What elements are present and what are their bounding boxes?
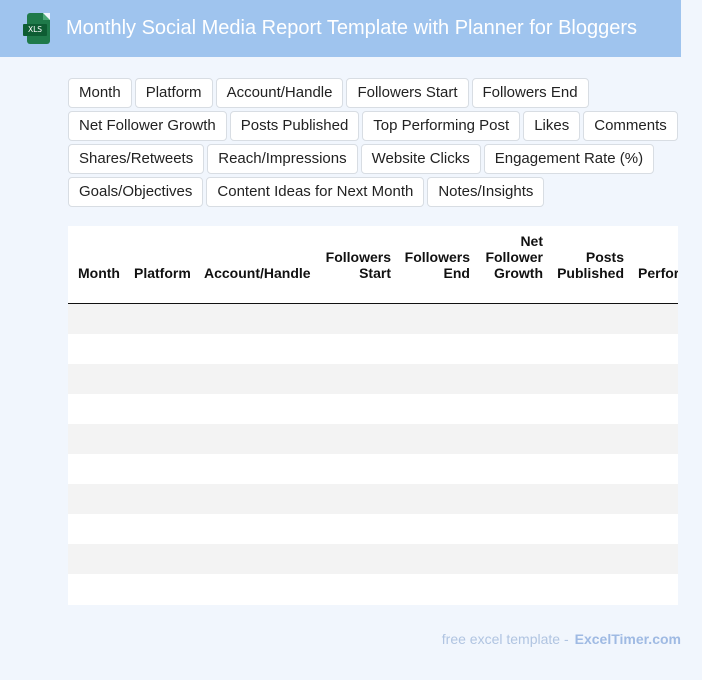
column-header-line: Start — [359, 265, 391, 281]
column-header-line: Followers — [325, 249, 391, 265]
footer-brand-link[interactable]: ExcelTimer.com — [575, 631, 681, 647]
column-header-line: Published — [557, 265, 624, 281]
column-header-line: Followers — [404, 249, 470, 265]
column-header: Account/Handle — [204, 265, 311, 281]
table-row — [68, 394, 678, 424]
field-chip: Reach/Impressions — [207, 144, 358, 174]
field-chip: Followers End — [471, 78, 589, 108]
field-chip: Shares/Retweets — [68, 144, 205, 174]
field-chip: Posts Published — [229, 111, 360, 141]
column-header-line: End — [443, 265, 470, 281]
table-row — [68, 484, 678, 514]
footer-text: free excel template - — [441, 631, 569, 647]
column-header-line: Posts — [585, 249, 624, 265]
field-chip: Top Performing Post — [362, 111, 521, 141]
field-chip: Month — [68, 78, 132, 108]
table-row — [68, 304, 678, 334]
footer-credit: free excel template - ExcelTimer.com — [442, 631, 681, 647]
field-chip: Notes/Insights — [427, 177, 545, 207]
column-header: Month — [78, 265, 120, 281]
column-header-line: Platform — [134, 265, 191, 281]
field-chip: Website Clicks — [360, 144, 481, 174]
table-row — [68, 454, 678, 484]
field-chip: Comments — [583, 111, 678, 141]
column-header-line: Month — [78, 265, 120, 281]
table-body — [68, 304, 678, 604]
field-chip: Content Ideas for Next Month — [206, 177, 425, 207]
header-bar: XLS Monthly Social Media Report Template… — [0, 0, 681, 57]
table-row — [68, 424, 678, 454]
field-chip-list: Month Platform Account/Handle Followers Sta… — [68, 78, 682, 210]
field-chip: Followers Start — [346, 78, 469, 108]
column-header: Perfor — [638, 265, 678, 281]
field-chip: Goals/Objectives — [68, 177, 204, 207]
table-header-row: Month Platform Account/Handle Followers Star… — [68, 226, 678, 304]
column-header: Followers Start — [326, 249, 391, 281]
column-header: Platform — [134, 265, 191, 281]
table-row — [68, 334, 678, 364]
column-header-line: Growth — [494, 265, 543, 281]
xls-file-fold — [43, 13, 50, 20]
xls-file-tag: XLS — [23, 24, 47, 36]
field-chip: Net Follower Growth — [68, 111, 227, 141]
table-row — [68, 544, 678, 574]
table-row — [68, 364, 678, 394]
xls-file-icon: XLS — [23, 13, 50, 44]
field-chip: Platform — [134, 78, 213, 108]
column-header-line: Follower — [485, 249, 543, 265]
field-chip: Likes — [523, 111, 581, 141]
page-title: Monthly Social Media Report Template wit… — [66, 17, 638, 39]
field-chip: Engagement Rate (%) — [483, 144, 655, 174]
column-header-line: Account/Handle — [204, 265, 311, 281]
table-row — [68, 514, 678, 544]
report-table: Month Platform Account/Handle Followers Star… — [68, 226, 678, 605]
field-chip: Account/Handle — [215, 78, 344, 108]
table-row — [68, 574, 678, 604]
column-header-line: Perfor — [638, 265, 678, 281]
column-header: Followers End — [405, 249, 470, 281]
column-header: Posts Published — [557, 249, 624, 281]
column-header-line: Net — [520, 233, 543, 249]
column-header: Net Follower Growth — [485, 233, 543, 281]
